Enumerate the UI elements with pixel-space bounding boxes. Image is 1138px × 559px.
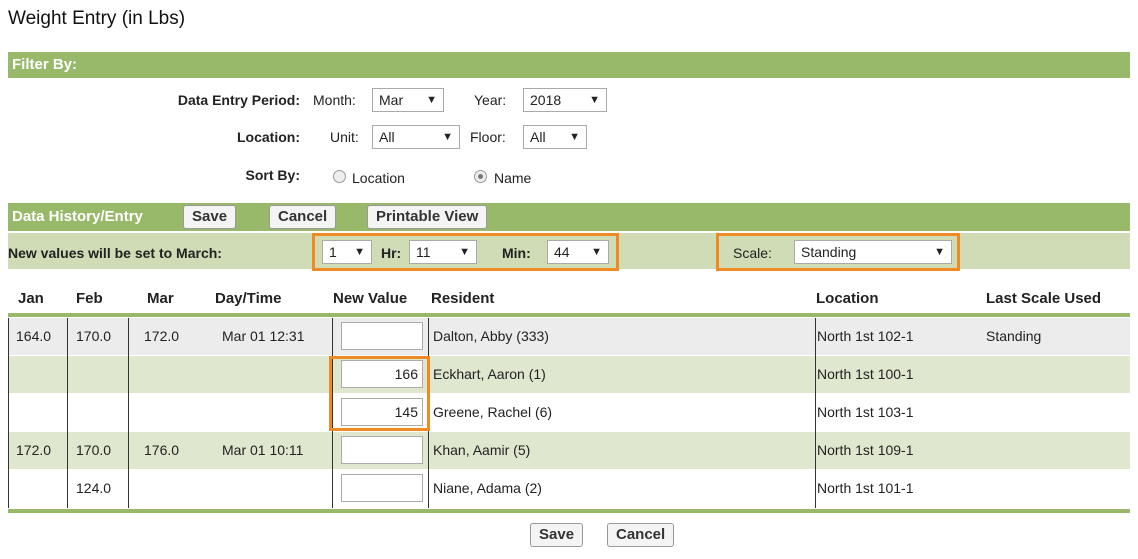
sort-location-radio[interactable] <box>333 170 346 183</box>
sort-name-radio[interactable] <box>474 170 487 183</box>
scale-select[interactable]: Standing ▼ <box>794 240 952 264</box>
year-value: 2018 <box>530 92 562 108</box>
col-resident: Resident <box>431 290 495 307</box>
cell-resident: Niane, Adama (2) <box>433 480 542 496</box>
new-value-input[interactable] <box>341 436 423 464</box>
table-row: 124.0 Niane, Adama (2) North 1st 101-1 <box>8 470 1130 507</box>
sort-label: Sort By: <box>245 167 300 183</box>
grid-line <box>8 318 9 508</box>
history-header: Data History/Entry <box>8 203 1130 231</box>
hr-value: 11 <box>416 244 431 260</box>
chevron-down-icon: ▼ <box>354 246 365 258</box>
page-title: Weight Entry (in Lbs) <box>8 8 186 29</box>
set-date-label: New values will be set to March: <box>8 245 222 261</box>
grid-line <box>128 318 129 508</box>
cell-location: North 1st 101-1 <box>817 480 914 496</box>
grid-line <box>815 318 816 508</box>
year-select[interactable]: 2018 ▼ <box>523 88 607 112</box>
cell-daytime: Mar 01 10:11 <box>222 442 304 458</box>
col-feb: Feb <box>76 290 103 307</box>
col-jan: Jan <box>18 290 44 307</box>
table-row: 172.0 170.0 176.0 Mar 01 10:11 Khan, Aam… <box>8 432 1130 469</box>
chevron-down-icon: ▼ <box>442 131 453 143</box>
save-button[interactable]: Save <box>183 205 237 229</box>
chevron-down-icon: ▼ <box>589 94 600 106</box>
unit-select[interactable]: All ▼ <box>372 125 460 149</box>
unit-value: All <box>379 129 395 145</box>
grid-line <box>67 318 68 508</box>
chevron-down-icon: ▼ <box>569 131 580 143</box>
year-label: Year: <box>474 92 507 108</box>
printable-view-button[interactable]: Printable View <box>367 205 488 229</box>
cell-mar: 172.0 <box>144 328 180 344</box>
cell-feb: 124.0 <box>76 480 112 496</box>
chevron-down-icon: ▼ <box>459 246 470 258</box>
table-row: 166 Eckhart, Aaron (1) North 1st 100-1 <box>8 356 1130 393</box>
cell-jan: 172.0 <box>16 442 52 458</box>
cell-resident: Greene, Rachel (6) <box>433 404 553 420</box>
cell-daytime: Mar 01 12:31 <box>222 328 305 344</box>
cell-location: North 1st 102-1 <box>817 328 914 344</box>
month-value: Mar <box>379 92 404 108</box>
cell-mar: 176.0 <box>144 442 180 458</box>
cell-jan: 164.0 <box>16 328 52 344</box>
cell-location: North 1st 109-1 <box>817 442 914 458</box>
day-select[interactable]: 1 ▼ <box>322 240 372 264</box>
period-label: Data Entry Period: <box>177 92 300 108</box>
month-select[interactable]: Mar ▼ <box>372 88 444 112</box>
history-title: Data History/Entry <box>12 208 143 225</box>
chevron-down-icon: ▼ <box>426 94 437 106</box>
month-label: Month: <box>313 92 356 108</box>
col-mar: Mar <box>147 290 174 307</box>
col-new-value: New Value <box>333 290 408 307</box>
min-value: 44 <box>554 244 570 260</box>
cell-resident: Dalton, Abby (333) <box>433 328 549 344</box>
unit-label: Unit: <box>330 129 359 145</box>
floor-label: Floor: <box>470 129 506 145</box>
min-label: Min: <box>502 245 531 261</box>
col-location: Location <box>816 290 879 307</box>
table-row: 145 Greene, Rachel (6) North 1st 103-1 <box>8 394 1130 431</box>
cell-feb: 170.0 <box>76 442 112 458</box>
table-bottom-border <box>8 509 1130 513</box>
new-values-highlight <box>329 356 430 431</box>
floor-value: All <box>530 129 546 145</box>
new-value-input[interactable] <box>341 322 423 350</box>
scale-label: Scale: <box>733 245 772 261</box>
cell-resident: Khan, Aamir (5) <box>433 442 531 458</box>
scale-value: Standing <box>801 244 857 260</box>
table-row: 164.0 170.0 172.0 Mar 01 12:31 Dalton, A… <box>8 318 1130 355</box>
cell-resident: Eckhart, Aaron (1) <box>433 366 546 382</box>
location-label: Location: <box>237 129 300 145</box>
hr-select[interactable]: 11 ▼ <box>409 240 477 264</box>
chevron-down-icon: ▼ <box>934 246 945 258</box>
cell-location: North 1st 100-1 <box>817 366 914 382</box>
chevron-down-icon: ▼ <box>591 246 602 258</box>
cancel-button[interactable]: Cancel <box>269 205 337 229</box>
cell-scale: Standing <box>986 328 1042 344</box>
filter-header: Filter By: <box>8 52 1130 78</box>
new-value-input[interactable] <box>341 474 423 502</box>
col-daytime: Day/Time <box>215 290 282 307</box>
min-select[interactable]: 44 ▼ <box>547 240 609 264</box>
table-top-border <box>8 313 1130 317</box>
col-last-scale: Last Scale Used <box>986 290 1102 307</box>
sort-name-label: Name <box>494 170 532 186</box>
footer-cancel-button[interactable]: Cancel <box>607 523 675 547</box>
day-value: 1 <box>329 244 337 260</box>
sort-location-label: Location <box>352 170 405 186</box>
cell-feb: 170.0 <box>76 328 112 344</box>
footer-save-button[interactable]: Save <box>530 523 584 547</box>
floor-select[interactable]: All ▼ <box>523 125 587 149</box>
cell-location: North 1st 103-1 <box>817 404 914 420</box>
hr-label: Hr: <box>381 245 402 261</box>
